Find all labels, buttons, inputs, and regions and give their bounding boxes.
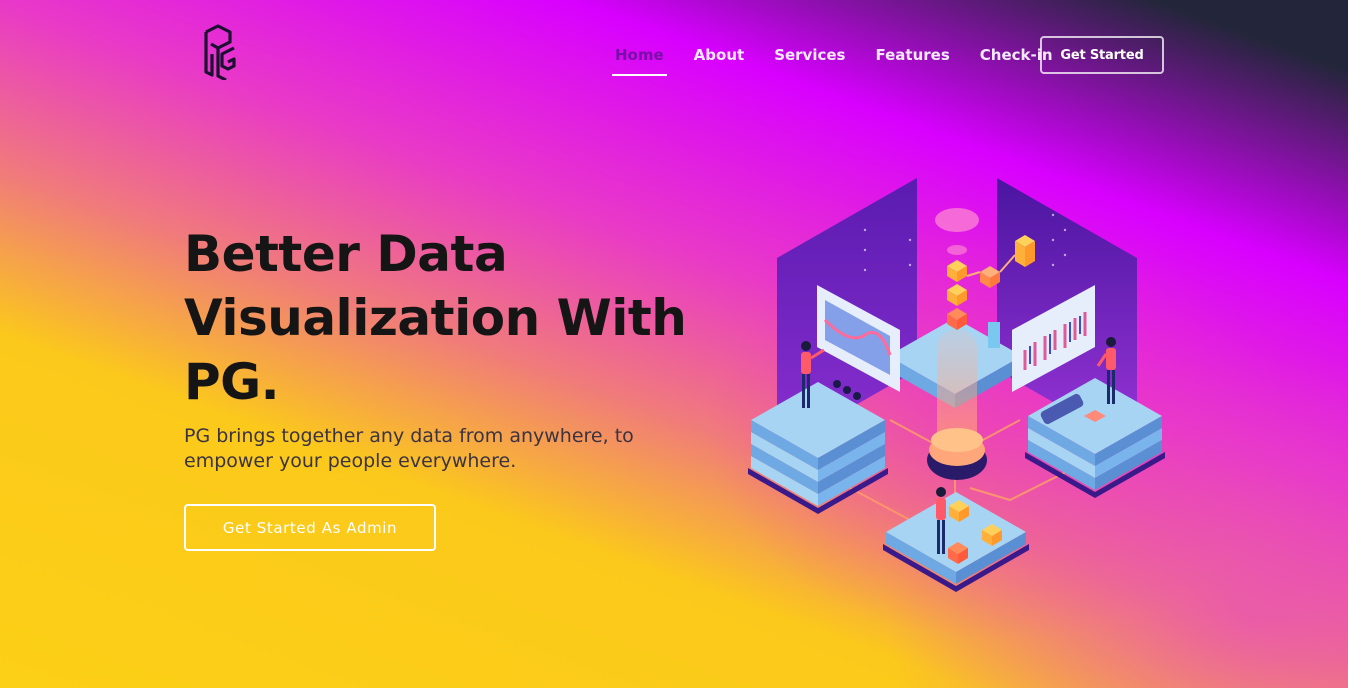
get-started-as-admin-button[interactable]: Get Started As Admin	[184, 504, 436, 551]
hero-subtitle: PG brings together any data from anywher…	[184, 424, 684, 474]
hero-title-line-1: Better Data	[184, 225, 508, 283]
get-started-button[interactable]: Get Started	[1040, 36, 1164, 74]
nav-link-features[interactable]: Features	[875, 46, 949, 70]
site-header: Home About Services Features Check-in Ge…	[0, 0, 1348, 110]
hero-subtitle-line-2: empower your people everywhere.	[184, 450, 517, 472]
isometric-data-illustration-icon	[748, 178, 1165, 592]
hero-title: Better Data Visualization With PG.	[184, 222, 704, 414]
nav-link-services[interactable]: Services	[774, 46, 845, 70]
hero-title-line-2: Visualization With	[184, 289, 687, 347]
hero-subtitle-line-1: PG brings together any data from anywher…	[184, 425, 634, 447]
main-nav: Home About Services Features Check-in	[600, 36, 1068, 76]
nav-link-home[interactable]: Home	[612, 46, 667, 76]
pg-logo-icon[interactable]	[200, 24, 238, 82]
data-visualization-illustration	[740, 170, 1180, 600]
hero-title-line-3: PG.	[184, 353, 280, 411]
nav-link-about[interactable]: About	[694, 46, 745, 70]
